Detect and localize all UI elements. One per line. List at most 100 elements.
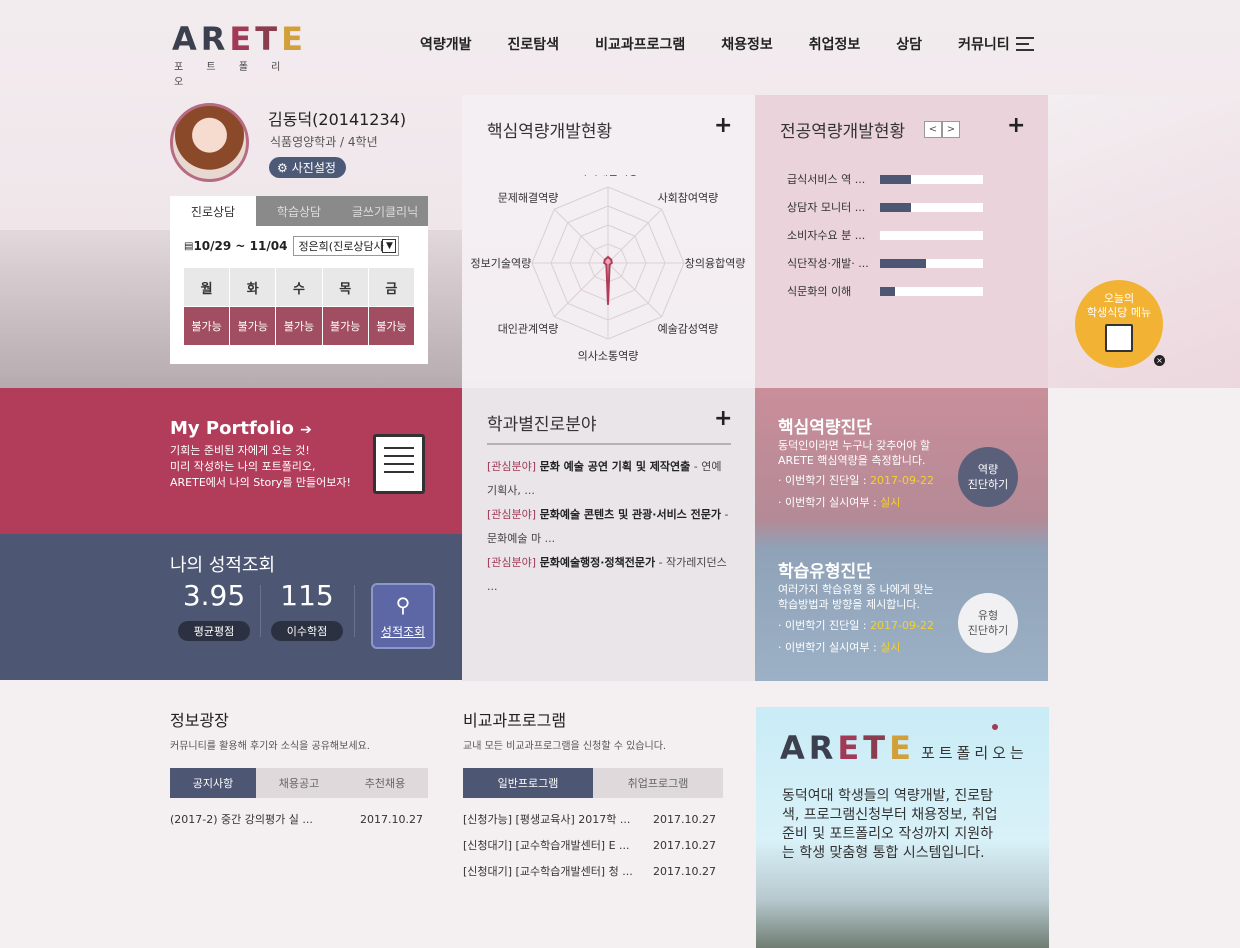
program-title: 비교과프로그램: [463, 711, 567, 730]
arete-logo[interactable]: ARETE 포 트 폴 리 오: [172, 22, 303, 88]
menu-icon[interactable]: [1016, 37, 1034, 51]
chevron-down-icon: ▼: [382, 239, 397, 253]
more-plus-icon[interactable]: +: [714, 406, 732, 431]
core-diagnosis-button[interactable]: 역량 진단하기: [958, 447, 1018, 507]
arete-promo: ARETE 포트폴리오는 동덕여대 학생들의 역량개발, 진로탐 색, 프로그램신…: [756, 707, 1049, 948]
slot-status[interactable]: 불가능: [276, 307, 322, 345]
prev-arrow-icon[interactable]: <: [924, 121, 942, 138]
tab-notice[interactable]: 공지사항: [170, 768, 256, 798]
radar-axis-label: 대인관계역량: [498, 323, 559, 336]
grade-lookup-button[interactable]: ⚲ 성적조회: [371, 583, 435, 649]
day-header: 수: [276, 268, 322, 306]
bar-fill: [880, 202, 911, 212]
info-plaza-subtitle: 커뮤니티를 활용해 후기와 소식을 공유해보세요.: [170, 741, 370, 752]
arrow-circle-icon: ➔: [300, 422, 312, 438]
learning-diagnosis-text: 여러가지 학습유형 중 나에게 맞는 학습방법과 방향을 제시합니다.: [778, 583, 934, 611]
bar-label: 상담자 모니터 ...: [787, 201, 866, 214]
bar-track: [879, 258, 983, 268]
bar-label: 급식서비스 역 ...: [787, 173, 866, 186]
info-tabs: 공지사항 채용공고 추천채용: [170, 768, 428, 798]
portfolio-title[interactable]: My Portfolio ➔: [170, 418, 312, 439]
bar-track: [879, 202, 983, 212]
major-pager: < >: [924, 121, 960, 138]
bar-label: 식단작성·개발· ...: [787, 257, 869, 270]
tab-recommend[interactable]: 추천채용: [342, 768, 428, 798]
search-icon: ⚲: [395, 592, 411, 617]
main-nav: 역량개발 진로탐색 비교과프로그램 채용정보 취업정보 상담 커뮤니티: [420, 34, 1010, 54]
calendar-icon: ▤: [184, 240, 194, 252]
nav-recruit[interactable]: 채용정보: [721, 34, 773, 54]
clipboard-icon: [373, 434, 425, 494]
radar-chart: 자기개발역량사회참여역량창의융합역량예술감성역량의사소통역량 대인관계역량 정보기술…: [471, 175, 746, 363]
list-item[interactable]: [관심분야] 문화 예술 공연 기획 및 제작연출 - 연예기획사, ...: [487, 455, 731, 503]
nav-jobs[interactable]: 취업정보: [809, 34, 861, 54]
bar-row: 식문화의 이해: [787, 277, 983, 305]
list-item[interactable]: [신청대기] [교수학습개발센터] 청 ... 2017.10.27: [463, 858, 716, 884]
list-item[interactable]: [신청가능] [평생교육사] 2017학 ... 2017.10.27: [463, 806, 716, 832]
bar-label: 소비자수요 분 ...: [787, 229, 866, 242]
program-tabs: 일반프로그램 취업프로그램: [463, 768, 723, 798]
slot-status[interactable]: 불가능: [184, 307, 230, 345]
divider: [487, 443, 731, 445]
day-header: 월: [184, 268, 230, 306]
slot-status[interactable]: 불가능: [230, 307, 276, 345]
panel-title: 전공역량개발현황: [780, 122, 906, 142]
bar-row: 소비자수요 분 ...: [787, 221, 983, 249]
nav-competency[interactable]: 역량개발: [420, 34, 472, 54]
program-list: [신청가능] [평생교육사] 2017학 ... 2017.10.27 [신청대기…: [463, 806, 716, 884]
tab-recruit[interactable]: 채용공고: [256, 768, 342, 798]
list-item[interactable]: [관심분야] 문화예술행정·정책전문가 - 작가레지던스 ...: [487, 551, 731, 599]
menu-board-icon: [1105, 324, 1133, 352]
credits-label: 이수학점: [271, 621, 343, 641]
bar-fill: [880, 258, 927, 268]
list-item[interactable]: (2017-2) 중간 강의평가 실 ... 2017.10.27: [170, 806, 423, 832]
promo-logo: ARETE: [780, 729, 915, 767]
more-plus-icon[interactable]: +: [714, 113, 732, 138]
photo-settings-button[interactable]: ⚙ 사진설정: [269, 157, 346, 178]
radar-axis-label: 문제해결역량: [498, 190, 559, 204]
list-item[interactable]: [관심분야] 문화예술 콘텐츠 및 관광·서비스 전문가 - 문화예술 마 ..…: [487, 503, 731, 551]
list-item[interactable]: [신청대기] [교수학습개발센터] E ... 2017.10.27: [463, 832, 716, 858]
next-arrow-icon[interactable]: >: [942, 121, 960, 138]
career-field-panel: 학과별진로분야 + [관심분야] 문화 예술 공연 기획 및 제작연출 - 연예…: [462, 388, 755, 681]
notice-list: (2017-2) 중간 강의평가 실 ... 2017.10.27: [170, 806, 423, 832]
radar-axis-label: 자기개발역량: [578, 175, 639, 177]
slot-status[interactable]: 불가능: [322, 307, 368, 345]
profile-dept: 식품영양학과 / 4학년: [270, 135, 378, 149]
tab-writing-clinic[interactable]: 글쓰기클리닉: [342, 196, 428, 226]
bar-track: [879, 174, 983, 184]
tab-general-program[interactable]: 일반프로그램: [463, 768, 593, 798]
career-list: [관심분야] 문화 예술 공연 기획 및 제작연출 - 연예기획사, ... […: [487, 455, 731, 599]
more-plus-icon[interactable]: +: [1007, 113, 1025, 138]
cafeteria-menu-button[interactable]: 오늘의 학생식당 메뉴: [1075, 280, 1163, 368]
divider: [260, 585, 261, 637]
promo-text: 동덕여대 학생들의 역량개발, 진로탐 색, 프로그램신청부터 채용정보, 취업 준…: [782, 788, 998, 861]
schedule-grid: 월 화 수 목 금 불가능 불가능 불가능 불가능 불가능: [184, 268, 414, 345]
learning-diagnosis-button[interactable]: 유형 진단하기: [958, 593, 1018, 653]
program-subtitle: 교내 모든 비교과프로그램을 신청할 수 있습니다.: [463, 741, 667, 752]
tab-career-counsel[interactable]: 진로상담: [170, 196, 256, 226]
bar-row: 상담자 모니터 ...: [787, 193, 983, 221]
close-icon[interactable]: ×: [1154, 355, 1165, 366]
radar-axis-label: 예술감성역량: [658, 323, 719, 336]
nav-counsel[interactable]: 상담: [896, 34, 922, 54]
panel-title: 핵심역량개발현황: [487, 122, 613, 142]
core-competency-panel: 핵심역량개발현황 + 자기개발역량사회참여역량창의융합역량예술감성역량의사소통역…: [462, 95, 755, 388]
major-competency-panel: 전공역량개발현황 + 급식서비스 역 ... 상담자 모니터 ... 소비자수요 분…: [755, 95, 1048, 388]
dot-accent: [992, 724, 998, 730]
slot-status[interactable]: 불가능: [368, 307, 414, 345]
tab-study-counsel[interactable]: 학습상담: [256, 196, 342, 226]
panel-title: 학과별진로분야: [487, 415, 597, 435]
bar-label: 식문화의 이해: [787, 285, 852, 298]
credits-value: 115: [280, 579, 334, 612]
radar-axis-label: 사회참여역량: [658, 191, 719, 204]
grade-title: 나의 성적조회: [170, 555, 276, 576]
nav-programs[interactable]: 비교과프로그램: [595, 34, 685, 54]
nav-career[interactable]: 진로탐색: [508, 34, 560, 54]
radar-axis-label: 창의융합역량: [685, 257, 746, 270]
nav-community[interactable]: 커뮤니티: [958, 34, 1010, 54]
tab-job-program[interactable]: 취업프로그램: [593, 768, 723, 798]
gpa-value: 3.95: [182, 579, 246, 612]
day-header: 화: [230, 268, 276, 306]
counselor-select[interactable]: 정은희(진로상담사 ▼: [293, 236, 400, 256]
